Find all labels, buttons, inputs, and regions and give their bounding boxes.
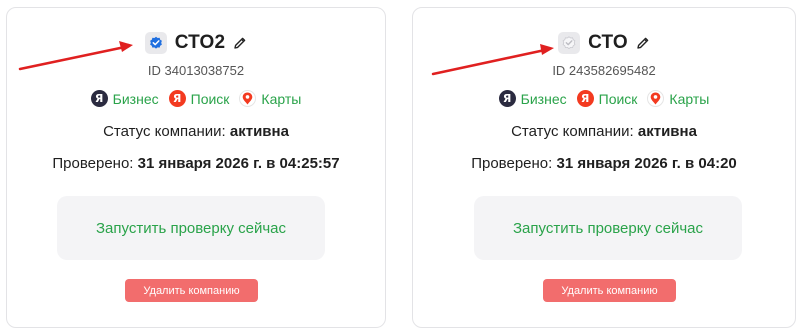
service-label: Карты — [669, 90, 710, 107]
company-card: СТО2 ID 34013038752 Я Бизнес Я Поиск Кар… — [6, 7, 386, 328]
company-title-row: СТО — [413, 32, 795, 54]
checked-value: 31 января 2026 г. в 04:20 — [556, 155, 737, 172]
yandex-business-icon: Я — [90, 90, 108, 107]
verified-checkbox[interactable] — [144, 32, 167, 54]
service-links: Я Бизнес Я Поиск Карты — [413, 90, 795, 107]
company-card: СТО ID 243582695482 Я Бизнес Я Поиск Кар… — [412, 7, 796, 328]
service-label: Карты — [261, 90, 302, 107]
edit-pencil-icon[interactable] — [233, 36, 247, 50]
yandex-maps-icon — [239, 90, 257, 107]
company-name: СТО — [588, 32, 628, 53]
company-status: Статус компании: активна — [7, 123, 385, 140]
checked-value: 31 января 2026 г. в 04:25:57 — [137, 155, 340, 172]
service-link-search[interactable]: Я Поиск — [168, 90, 230, 107]
delete-company-button[interactable]: Удалить компанию — [125, 279, 258, 302]
company-status: Статус компании: активна — [413, 123, 795, 140]
last-checked: Проверено: 31 января 2026 г. в 04:25:57 — [7, 155, 385, 172]
service-label: Бизнес — [112, 90, 159, 107]
yandex-search-icon: Я — [168, 90, 186, 107]
delete-company-button[interactable]: Удалить компанию — [543, 279, 676, 302]
service-label: Поиск — [598, 90, 638, 107]
company-name: СТО2 — [174, 32, 226, 53]
status-value: активна — [637, 123, 697, 140]
service-link-maps[interactable]: Карты — [239, 90, 301, 107]
edit-pencil-icon[interactable] — [636, 36, 650, 50]
service-label: Бизнес — [520, 90, 567, 107]
unverified-check-icon — [562, 36, 576, 50]
run-check-button[interactable]: Запустить проверку сейчас — [57, 196, 325, 260]
company-title-row: СТО2 — [7, 32, 385, 54]
service-link-business[interactable]: Я Бизнес — [498, 90, 567, 107]
yandex-maps-icon — [647, 90, 665, 107]
checked-label: Проверено: — [471, 155, 553, 172]
yandex-search-icon: Я — [576, 90, 594, 107]
service-link-search[interactable]: Я Поиск — [576, 90, 638, 107]
service-link-business[interactable]: Я Бизнес — [90, 90, 159, 107]
company-id: ID 243582695482 — [552, 63, 656, 78]
service-links: Я Бизнес Я Поиск Карты — [7, 90, 385, 107]
yandex-business-icon: Я — [498, 90, 516, 107]
status-value: активна — [229, 123, 289, 140]
company-id: ID 34013038752 — [147, 63, 245, 78]
checked-label: Проверено: — [52, 155, 134, 172]
run-check-button[interactable]: Запустить проверку сейчас — [474, 196, 742, 260]
verified-check-icon — [149, 36, 162, 49]
status-label: Статус компании: — [103, 123, 226, 140]
last-checked: Проверено: 31 января 2026 г. в 04:20 — [413, 155, 795, 172]
verified-checkbox[interactable] — [558, 32, 581, 54]
service-label: Поиск — [190, 90, 230, 107]
status-label: Статус компании: — [511, 123, 634, 140]
service-link-maps[interactable]: Карты — [647, 90, 709, 107]
